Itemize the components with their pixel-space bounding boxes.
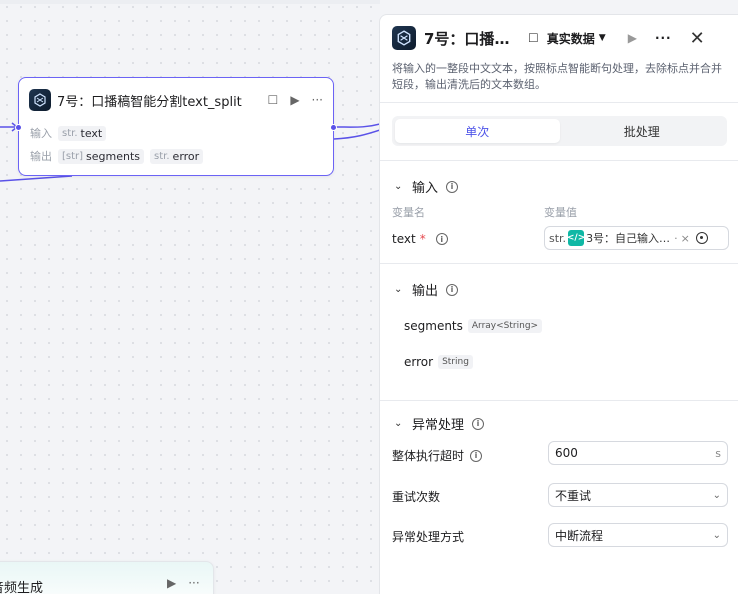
node-input-row: 输入 str. text xyxy=(19,122,333,144)
input-var-label: text * i xyxy=(392,232,448,246)
output-type: String xyxy=(438,355,473,369)
workflow-canvas[interactable]: 7号：口播稿智能分割text_split ☐ ▶ ··· 输入 str. tex… xyxy=(0,0,380,594)
variable-reference[interactable]: </> 3号：自己输入… · xyxy=(567,230,678,246)
more-options-icon[interactable]: ··· xyxy=(188,576,199,590)
data-mode-select[interactable]: 真实数据 ▼ xyxy=(547,30,606,47)
retry-label: 重试次数 xyxy=(392,488,440,505)
exception-section-header[interactable]: ⌄ 异常处理 i xyxy=(394,414,485,433)
panel-header: 7号：口播稿智能分割text_split ☐ 真实数据 ▼ ▶ ··· ✕ xyxy=(392,26,727,50)
param-name: error xyxy=(172,149,200,163)
run-node-icon[interactable]: ▶ xyxy=(167,576,176,590)
section-title: 异常处理 xyxy=(412,418,465,433)
info-icon[interactable]: i xyxy=(472,417,485,430)
output-section-header[interactable]: ⌄ 输出 i xyxy=(394,280,459,299)
node-audio-generation[interactable]: 音频生成 ▶ ··· xyxy=(0,561,214,594)
chevron-down-icon: ⌄ xyxy=(394,284,403,295)
output-row-segments: segments Array<String> xyxy=(404,319,543,333)
output-param-error: str. error xyxy=(150,148,204,164)
output-row-error: error String xyxy=(404,355,473,369)
section-title: 输出 xyxy=(412,284,439,299)
node-title: 7号：口播稿智能分割text_split xyxy=(57,94,242,110)
divider xyxy=(380,102,738,103)
divider xyxy=(380,400,738,401)
mask-icon[interactable]: ☐ xyxy=(268,93,279,107)
exception-mode-select[interactable]: 中断流程 ⌄ xyxy=(548,523,728,547)
mode-label-text: 异常处理方式 xyxy=(392,530,465,544)
node-text-split[interactable]: 7号：口播稿智能分割text_split ☐ ▶ ··· 输入 str. tex… xyxy=(15,77,337,176)
param-name: segments xyxy=(86,149,141,163)
chevron-down-icon: ⌄ xyxy=(712,529,721,541)
input-param-text: str. text xyxy=(58,125,107,141)
timeout-unit: s xyxy=(715,446,721,460)
timeout-label-text: 整体执行超时 xyxy=(392,449,465,463)
input-section-header[interactable]: ⌄ 输入 i xyxy=(394,177,459,196)
more-options-icon[interactable]: ··· xyxy=(312,93,323,107)
node-title: 音频生成 xyxy=(0,581,44,594)
output-name: error xyxy=(404,355,434,369)
input-row-label: 输入 xyxy=(30,127,52,140)
param-type: str. xyxy=(62,127,78,139)
output-type: Array<String> xyxy=(467,319,543,333)
code-icon: </> xyxy=(567,230,585,246)
param-type: [str] xyxy=(62,150,84,162)
type-prefix: str. xyxy=(549,231,567,245)
divider xyxy=(380,160,738,161)
retry-select[interactable]: 不重试 ⌄ xyxy=(548,483,728,507)
tab-single[interactable]: 单次 xyxy=(395,119,560,143)
clear-icon[interactable]: × xyxy=(681,232,690,245)
info-icon[interactable]: i xyxy=(470,449,483,462)
run-icon[interactable]: ▶ xyxy=(628,31,637,45)
output-port[interactable] xyxy=(330,124,337,131)
input-value-field[interactable]: str. </> 3号：自己输入… · × xyxy=(544,226,729,250)
reference-separator: · xyxy=(674,231,678,245)
output-name: segments xyxy=(404,319,463,333)
param-type: str. xyxy=(154,150,170,162)
chevron-down-icon: ⌄ xyxy=(394,181,403,192)
timeout-value: 600 xyxy=(555,446,578,460)
input-port[interactable] xyxy=(15,124,22,131)
var-name-text: text xyxy=(392,232,416,246)
node-output-row: 输出 [str] segments str. error xyxy=(19,145,333,167)
info-icon[interactable]: i xyxy=(446,180,459,193)
plugin-logo-icon xyxy=(29,89,51,111)
node-settings-panel: 7号：口播稿智能分割text_split ☐ 真实数据 ▼ ▶ ··· ✕ 将输… xyxy=(379,14,738,594)
col-var-name: 变量名 xyxy=(392,206,425,219)
plugin-logo-icon xyxy=(392,26,416,50)
node-header: 7号：口播稿智能分割text_split ☐ ▶ ··· xyxy=(19,78,333,122)
run-mode-tabs: 单次 批处理 xyxy=(392,116,727,146)
info-icon[interactable]: i xyxy=(435,233,448,245)
panel-title: 7号：口播稿智能分割text_split xyxy=(424,29,516,48)
col-var-value: 变量值 xyxy=(544,206,577,219)
exception-mode-label: 异常处理方式 xyxy=(392,528,464,545)
reference-text: 3号：自己输入… xyxy=(586,232,671,245)
mode-value: 中断流程 xyxy=(555,528,604,543)
timeout-label: 整体执行超时 i xyxy=(392,447,483,464)
section-title: 输入 xyxy=(412,181,439,196)
info-icon[interactable]: i xyxy=(446,283,459,296)
run-node-icon[interactable]: ▶ xyxy=(290,93,299,107)
output-param-segments: [str] segments xyxy=(58,148,145,164)
divider xyxy=(380,263,738,264)
more-options-icon[interactable]: ··· xyxy=(655,31,672,45)
caret-down-icon: ▼ xyxy=(598,33,606,43)
chevron-down-icon: ⌄ xyxy=(712,489,721,501)
close-icon[interactable]: ✕ xyxy=(690,28,705,49)
panel-description: 将输入的一整段中文文本，按照标点智能断句处理，去除标点并合并短段，输出清洗后的文… xyxy=(392,62,722,91)
tab-batch[interactable]: 批处理 xyxy=(560,119,725,143)
timeout-input[interactable]: 600 s xyxy=(548,441,728,465)
data-mode-label: 真实数据 xyxy=(546,31,595,46)
required-marker: * xyxy=(419,232,426,246)
output-row-label: 输出 xyxy=(30,150,52,163)
retry-value: 不重试 xyxy=(555,488,592,503)
mask-icon[interactable]: ☐ xyxy=(528,31,539,45)
param-name: text xyxy=(80,126,103,140)
retry-label-text: 重试次数 xyxy=(392,490,441,504)
chevron-down-icon: ⌄ xyxy=(394,418,403,429)
target-icon[interactable] xyxy=(695,232,708,244)
